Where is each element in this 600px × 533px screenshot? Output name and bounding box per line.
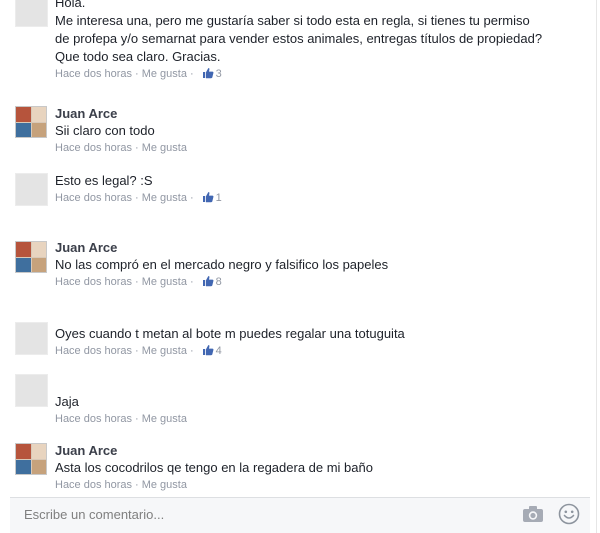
comment-text: Esto es legal? :S — [55, 172, 595, 190]
comment-text-line: Jaja — [55, 394, 79, 409]
meta-separator: · — [135, 142, 139, 154]
comment-text-line: Me interesa una, pero me gustaría saber … — [55, 13, 530, 28]
thumbs-up-icon — [202, 275, 214, 291]
comment-timestamp[interactable]: Hace dos horas — [55, 192, 132, 204]
comment-text: Oyes cuando t metan al bote m puedes reg… — [55, 325, 595, 343]
like-link[interactable]: Me gusta — [142, 413, 187, 425]
like-link[interactable]: Me gusta — [142, 68, 187, 80]
meta-separator: · — [189, 68, 194, 80]
meta-separator: · — [189, 276, 194, 288]
thumbs-up-icon — [202, 344, 214, 360]
like-link[interactable]: Me gusta — [142, 142, 187, 154]
comment-text-line: Sii claro con todo — [55, 123, 155, 138]
comment-text: Hola. Me interesa una, pero me gustaría s… — [55, 0, 595, 66]
meta-separator: · — [135, 68, 139, 80]
comment-meta: Hace dos horas · Me gusta · 8 — [55, 275, 595, 291]
comment-text-line: Esto es legal? :S — [55, 173, 153, 188]
comment-author[interactable]: Juan Arce — [55, 443, 595, 459]
comment-meta: Hace dos horas · Me gusta · 3 — [55, 67, 595, 83]
comment-timestamp[interactable]: Hace dos horas — [55, 479, 132, 491]
comment-text-line: Oyes cuando t metan al bote m puedes reg… — [55, 326, 405, 341]
meta-separator: · — [189, 345, 194, 357]
comment-feed: Hola. Me interesa una, pero me gustaría s… — [0, 0, 600, 497]
comment-timestamp[interactable]: Hace dos horas — [55, 142, 132, 154]
comment-author[interactable]: Juan Arce — [55, 106, 595, 122]
comment-timestamp[interactable]: Hace dos horas — [55, 413, 132, 425]
comment-text: Jaja — [55, 393, 595, 411]
comment-text-line: de profepa y/o semarnat para vender esto… — [55, 31, 543, 46]
like-link[interactable]: Me gusta — [142, 276, 187, 288]
comment-text: Sii claro con todo — [55, 122, 595, 140]
comment-text-line: Asta los cocodrilos qe tengo en la regad… — [55, 460, 373, 475]
emoji-icon[interactable] — [558, 503, 580, 530]
comment-author[interactable]: Juan Arce — [55, 240, 595, 256]
comment-input[interactable] — [24, 507, 504, 522]
avatar[interactable] — [15, 443, 47, 475]
comment-text-line: No las compró en el mercado negro y fals… — [55, 257, 389, 272]
meta-separator: · — [135, 192, 139, 204]
like-link[interactable]: Me gusta — [142, 479, 187, 491]
meta-separator: · — [135, 276, 139, 288]
comment-meta: Hace dos horas · Me gusta — [55, 478, 595, 492]
comment-timestamp[interactable]: Hace dos horas — [55, 276, 132, 288]
like-link[interactable]: Me gusta — [142, 192, 187, 204]
comment-meta: Hace dos horas · Me gusta — [55, 412, 595, 426]
avatar[interactable] — [15, 322, 48, 355]
meta-separator: · — [135, 345, 139, 357]
comment-composer — [10, 497, 590, 533]
thumbs-up-icon — [202, 191, 214, 207]
avatar[interactable] — [15, 173, 48, 206]
panel-border — [596, 0, 597, 533]
comment-meta: Hace dos horas · Me gusta · 1 — [55, 191, 595, 207]
comment-text: No las compró en el mercado negro y fals… — [55, 256, 595, 274]
camera-icon[interactable] — [522, 505, 544, 528]
comment-text-line: Hola. — [55, 0, 86, 10]
meta-separator: · — [135, 479, 139, 491]
comment-timestamp[interactable]: Hace dos horas — [55, 68, 132, 80]
like-count[interactable]: 8 — [216, 276, 222, 288]
comment-text-line: Que todo sea claro. Gracias. — [55, 49, 221, 64]
like-count[interactable]: 1 — [216, 192, 222, 204]
comment-timestamp[interactable]: Hace dos horas — [55, 345, 132, 357]
avatar[interactable] — [15, 241, 47, 273]
thumbs-up-icon — [202, 67, 214, 83]
avatar[interactable] — [15, 106, 47, 138]
comment-meta: Hace dos horas · Me gusta · 4 — [55, 344, 595, 360]
meta-separator: · — [135, 413, 139, 425]
like-link[interactable]: Me gusta — [142, 345, 187, 357]
avatar[interactable] — [15, 374, 48, 407]
meta-separator: · — [189, 192, 194, 204]
like-count[interactable]: 3 — [216, 68, 222, 80]
like-count[interactable]: 4 — [216, 345, 222, 357]
comment-meta: Hace dos horas · Me gusta — [55, 141, 595, 155]
avatar[interactable] — [15, 0, 48, 27]
comment-text: Asta los cocodrilos qe tengo en la regad… — [55, 459, 595, 477]
